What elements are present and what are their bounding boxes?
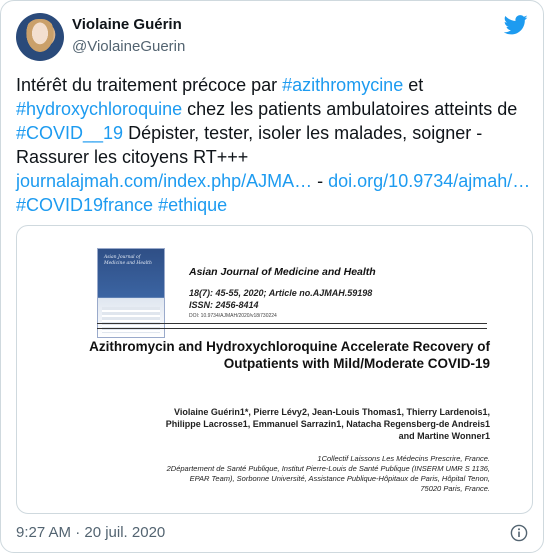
authors-line: and Martine Wonner1: [398, 431, 490, 441]
affiliation-line: 1Collectif Laissons Les Médecins Prescri…: [317, 454, 490, 463]
divider: [97, 323, 487, 324]
journal-doi: DOI: 10.9734/AJMAH/2020/v18i730224: [189, 313, 277, 319]
hashtag-hydroxychloroquine[interactable]: #hydroxychloroquine: [16, 99, 182, 119]
journal-issue: 18(7): 45-55, 2020; Article no.AJMAH.591…: [189, 288, 373, 298]
hashtag-covid19[interactable]: #COVID__19: [16, 123, 123, 143]
paper-authors: Violaine Guérin1*, Pierre Lévy2, Jean-Lo…: [50, 406, 490, 442]
attached-image[interactable]: Asian Journal of Medicine and Health Asi…: [16, 225, 533, 514]
journal-cover-image: Asian Journal of Medicine and Health: [97, 248, 165, 338]
paper-affiliations: 1Collectif Laissons Les Médecins Prescri…: [50, 454, 490, 494]
affiliation-line: EPAR Team), Sorbonne Université, Assista…: [189, 474, 490, 483]
avatar[interactable]: [16, 13, 64, 61]
divider: [97, 328, 487, 329]
affiliation-line: 2Département de Santé Publique, Institut…: [166, 464, 490, 473]
tweet-text-part: chez les patients ambulatoires atteints …: [182, 99, 518, 119]
hashtag-azithromycine[interactable]: #azithromycine: [282, 75, 403, 95]
authors-line: Violaine Guérin1*, Pierre Lévy2, Jean-Lo…: [174, 407, 490, 417]
affiliation-line: 75020 Paris, France.: [420, 484, 490, 493]
info-icon[interactable]: [510, 524, 528, 542]
tweet-timestamp[interactable]: 9:27 AM · 20 juil. 2020: [16, 524, 165, 541]
cover-title: Asian Journal of Medicine and Health: [104, 255, 152, 266]
doi-link[interactable]: doi.org/10.9734/ajmah/…: [328, 171, 530, 191]
tweet-text-part: et: [403, 75, 424, 95]
hashtag-covid19france[interactable]: #COVID19france: [16, 195, 153, 215]
journal-link[interactable]: journalajmah.com/index.php/AJMA…: [16, 171, 312, 191]
author-handle[interactable]: @ViolaineGuerin: [72, 38, 185, 55]
tweet-card: Violaine Guérin @ViolaineGuerin Intérêt …: [0, 0, 544, 553]
journal-name: Asian Journal of Medicine and Health: [189, 266, 376, 278]
twitter-bird-icon[interactable]: [504, 15, 528, 35]
tweet-text: Intérêt du traitement précoce par #azith…: [16, 73, 531, 217]
authors-line: Philippe Lacrosse1, Emmanuel Sarrazin1, …: [165, 419, 490, 429]
journal-issn: ISSN: 2456-8414: [189, 300, 259, 310]
tweet-text-part: Intérêt du traitement précoce par: [16, 75, 283, 95]
hashtag-ethique[interactable]: #ethique: [158, 195, 227, 215]
tweet-text-part: -: [312, 171, 329, 191]
paper-title: Azithromycin and Hydroxychloroquine Acce…: [89, 339, 490, 371]
author-name[interactable]: Violaine Guérin: [72, 16, 182, 33]
